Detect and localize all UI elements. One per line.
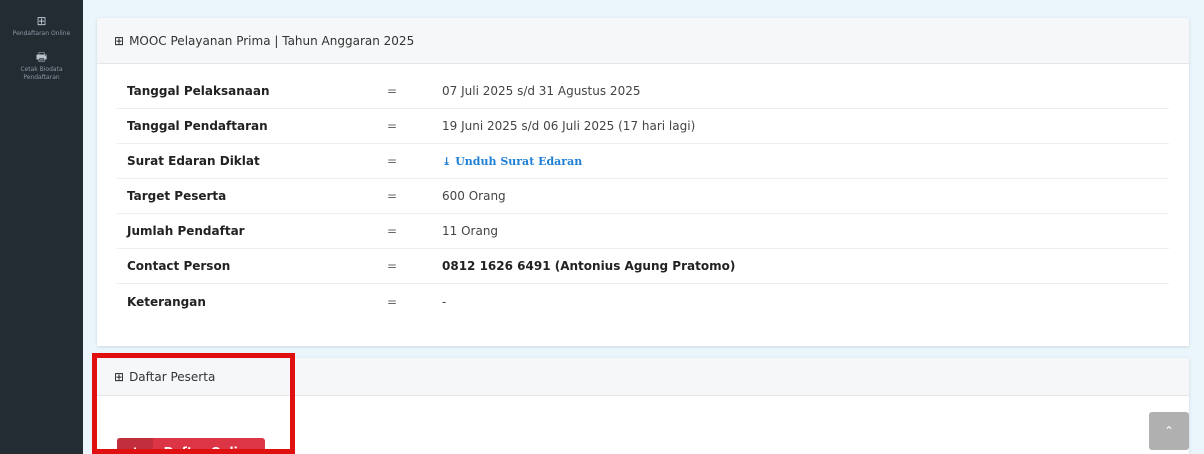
table-row: Keterangan = - <box>117 284 1169 319</box>
row-label: Contact Person <box>127 259 231 273</box>
info-table: Tanggal Pelaksanaan = 07 Juli 2025 s/d 3… <box>97 64 1189 319</box>
printer-icon: 🖶 <box>35 50 48 64</box>
row-value: ⤓ Unduh Surat Edaran <box>442 154 582 168</box>
sidebar-item-pendaftaran-online[interactable]: ⊞ Pendaftaran Online <box>0 0 83 38</box>
highlight-annotation-box <box>92 353 295 454</box>
table-icon: ⊞ <box>36 14 47 28</box>
row-equals: = <box>387 119 398 133</box>
row-equals: = <box>387 189 398 203</box>
row-equals: = <box>387 259 398 273</box>
sidebar-item-label: Cetak Biodata Pendaftaran <box>20 66 63 81</box>
row-value: 07 Juli 2025 s/d 31 Agustus 2025 <box>442 84 641 98</box>
link-label: Unduh Surat Edaran <box>455 155 583 168</box>
row-equals: = <box>387 84 398 98</box>
row-value: 0812 1626 6491 (Antonius Agung Pratomo) <box>442 259 736 273</box>
table-row: Tanggal Pelaksanaan = 07 Juli 2025 s/d 3… <box>117 74 1169 109</box>
panel-header: ⊞ MOOC Pelayanan Prima | Tahun Anggaran … <box>97 18 1189 64</box>
chevron-up-icon: ⌃ <box>1163 424 1175 438</box>
sidebar: ⊞ Pendaftaran Online 🖶 Cetak Biodata Pen… <box>0 0 83 454</box>
download-circular-link[interactable]: ⤓ Unduh Surat Edaran <box>442 155 582 168</box>
table-row: Surat Edaran Diklat = ⤓ Unduh Surat Edara… <box>117 144 1169 179</box>
scroll-to-top-button[interactable]: ⌃ <box>1149 412 1189 450</box>
table-row: Jumlah Pendaftar = 11 Orang <box>117 214 1169 249</box>
panel-title: MOOC Pelayanan Prima | Tahun Anggaran 20… <box>129 33 415 48</box>
row-value: 19 Juni 2025 s/d 06 Juli 2025 (17 hari l… <box>442 119 696 133</box>
row-label: Target Peserta <box>127 189 227 203</box>
row-value: - <box>442 294 447 309</box>
row-equals: = <box>387 294 398 309</box>
row-equals: = <box>387 154 398 168</box>
course-info-panel: ⊞ MOOC Pelayanan Prima | Tahun Anggaran … <box>97 18 1189 346</box>
download-icon: ⤓ <box>442 155 452 168</box>
row-label: Keterangan <box>127 294 206 309</box>
table-row: Target Peserta = 600 Orang <box>117 179 1169 214</box>
row-label: Tanggal Pelaksanaan <box>127 84 270 98</box>
row-label: Tanggal Pendaftaran <box>127 119 268 133</box>
table-row: Contact Person = 0812 1626 6491 (Antoniu… <box>117 249 1169 284</box>
row-label: Surat Edaran Diklat <box>127 154 260 168</box>
row-value: 11 Orang <box>442 224 499 238</box>
row-equals: = <box>387 224 398 238</box>
sidebar-item-cetak-biodata[interactable]: 🖶 Cetak Biodata Pendaftaran <box>0 38 83 82</box>
row-label: Jumlah Pendaftar <box>127 224 245 238</box>
sidebar-item-label: Pendaftaran Online <box>12 30 71 37</box>
row-value: 600 Orang <box>442 189 506 203</box>
table-row: Tanggal Pendaftaran = 19 Juni 2025 s/d 0… <box>117 109 1169 144</box>
table-icon: ⊞ <box>114 33 125 48</box>
